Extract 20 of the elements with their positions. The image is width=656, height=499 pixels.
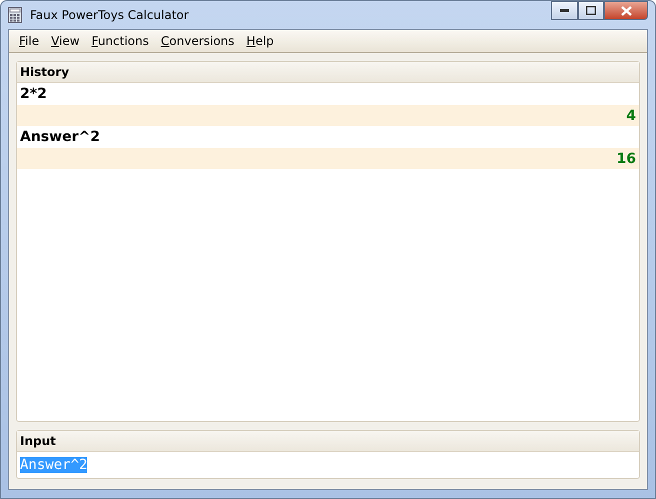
input-text: Answer^2 (20, 457, 88, 473)
history-result: 16 (17, 148, 639, 169)
close-button[interactable] (604, 1, 648, 20)
history-result: 4 (17, 105, 639, 126)
minimize-icon (560, 9, 569, 12)
close-icon (620, 6, 632, 16)
calculator-icon (8, 7, 22, 23)
menu-item[interactable]: Help (240, 32, 280, 50)
menu-item[interactable]: Functions (86, 32, 155, 50)
minimize-button[interactable] (551, 1, 578, 20)
panel-title: Input (17, 431, 639, 452)
menu-item[interactable]: Conversions (154, 32, 240, 50)
menu-item[interactable]: File (13, 32, 46, 50)
history-expression: Answer^2 (19, 128, 101, 147)
maximize-button[interactable] (578, 1, 604, 20)
panel-title: History (17, 62, 639, 83)
window-title: Faux PowerToys Calculator (30, 8, 190, 22)
history-expression: 2*2 (19, 85, 48, 104)
menu-item[interactable]: View (45, 32, 86, 50)
maximize-icon (586, 6, 596, 15)
